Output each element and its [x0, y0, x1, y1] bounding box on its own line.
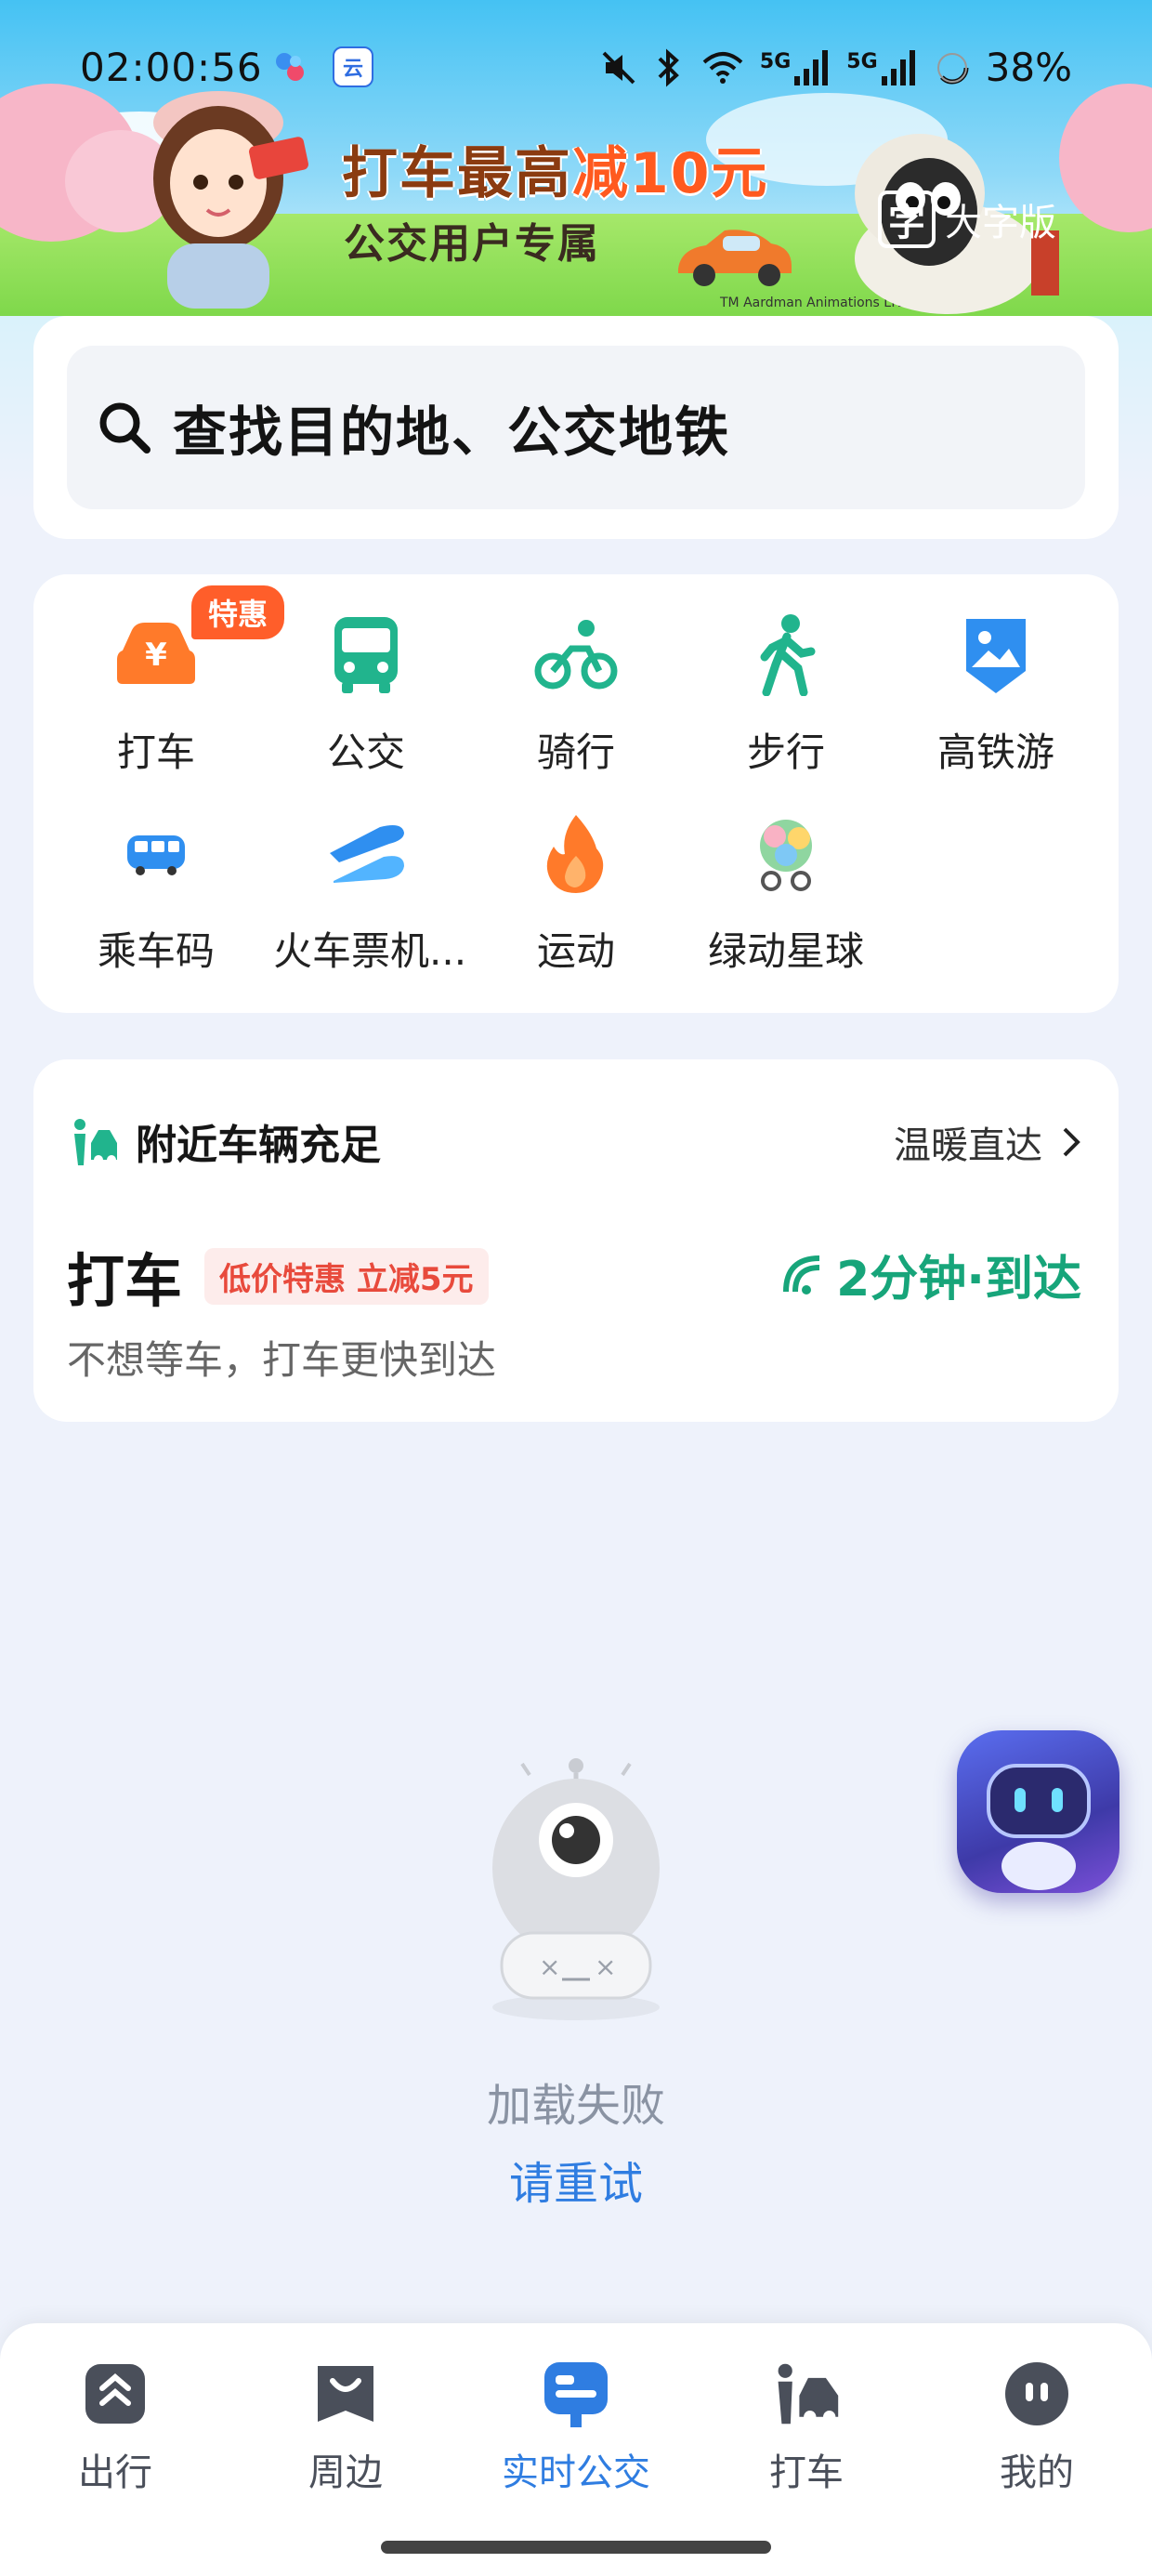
tab-label: 我的 — [1000, 2451, 1074, 2494]
signal-bars-icon — [881, 49, 915, 85]
tab-label: 周边 — [308, 2451, 383, 2494]
status-bar: 02:00:56 云 5G 5G 38% — [0, 37, 1152, 102]
taxi-tab-icon — [771, 2359, 842, 2429]
warm-direct-label: 温暖直达 — [894, 1124, 1042, 1167]
status-app-icons: 云 — [269, 46, 373, 87]
chevron-right-icon — [1063, 1127, 1080, 1157]
search-input[interactable]: 查找目的地、公交地铁 — [67, 346, 1085, 509]
search-placeholder: 查找目的地、公交地铁 — [173, 401, 731, 464]
taxi-promo-tag: 低价特惠 立减5元 — [204, 1247, 489, 1305]
promo-subtitle: 公交用户专属 — [344, 220, 600, 268]
service-label: 火车票机... — [273, 928, 467, 974]
nearby-icon — [310, 2359, 381, 2429]
tab-label: 出行 — [78, 2451, 152, 2494]
service-label: 高铁游 — [936, 729, 1054, 775]
cloud-app-icon: 云 — [333, 46, 373, 87]
walk-icon — [740, 608, 832, 701]
service-high-speed-rail-tour[interactable]: 高铁游 — [903, 608, 1089, 794]
service-bus[interactable]: 公交 — [273, 608, 459, 794]
svg-text:×: × — [595, 1952, 616, 1982]
search-card: 查找目的地、公交地铁 — [33, 316, 1119, 539]
tab-taxi[interactable]: 打车 — [713, 2359, 899, 2496]
profile-icon — [1001, 2359, 1072, 2429]
robot-icon — [987, 1764, 1091, 1890]
service-sport[interactable]: 运动 — [483, 807, 669, 992]
realtime-bus-icon — [541, 2359, 611, 2429]
big-font-mode-button[interactable]: 字 大字版 — [878, 191, 1056, 248]
taxi-main-row: 打车 低价特惠 立减5元 — [67, 1234, 489, 1318]
service-walk[interactable]: 步行 — [693, 608, 879, 794]
train-plane-icon — [320, 807, 412, 900]
service-bus-code[interactable]: 乘车码 — [63, 807, 249, 992]
service-bike[interactable]: 骑行 — [483, 608, 669, 794]
battery-percent: 38% — [985, 45, 1072, 90]
taxi-eta: 2分钟·到达 — [782, 1240, 1081, 1309]
green-planet-icon — [740, 807, 832, 900]
bluetooth-icon — [658, 48, 679, 86]
taxi-person-icon — [74, 1119, 117, 1165]
bus-code-icon — [110, 807, 203, 900]
service-label: 骑行 — [536, 729, 615, 775]
svg-text:×: × — [539, 1952, 560, 1982]
tab-travel[interactable]: 出行 — [22, 2359, 208, 2496]
signal-5g-2: 5G — [846, 49, 918, 85]
signal-bars-icon — [794, 49, 829, 85]
tab-mine[interactable]: 我的 — [944, 2359, 1130, 2496]
ai-assistant-button[interactable] — [957, 1730, 1119, 1893]
warm-direct-link[interactable]: 温暖直达 — [894, 1115, 1081, 1169]
service-green-planet[interactable]: 绿动星球 — [693, 807, 879, 992]
wifi-icon — [702, 51, 743, 84]
mute-icon — [602, 51, 635, 84]
service-label: 步行 — [746, 729, 825, 775]
service-label: 乘车码 — [97, 928, 215, 974]
svg-text:¥: ¥ — [145, 637, 167, 674]
service-label: 运动 — [536, 928, 615, 974]
big-font-label: 大字版 — [945, 202, 1056, 244]
page: 打车最高减10元 公交用户专属 TM Aardman Animations LT… — [0, 0, 1152, 2576]
blossom-decoration — [1059, 84, 1152, 232]
service-label: 打车 — [116, 729, 195, 775]
battery-ring-icon — [936, 51, 969, 84]
status-time: 02:00:56 — [80, 45, 263, 90]
car-illustration — [678, 230, 792, 286]
tab-nearby[interactable]: 周边 — [253, 2359, 439, 2496]
signal-arc-icon — [783, 1255, 820, 1295]
flame-icon — [530, 807, 622, 900]
signal-5g-1: 5G — [760, 49, 831, 85]
travel-icon — [80, 2359, 151, 2429]
special-offer-badge: 特惠 — [191, 585, 285, 639]
bus-icon — [320, 608, 412, 701]
big-font-icon: 字 — [878, 191, 936, 248]
bike-icon — [530, 608, 622, 701]
promo-title: 打车最高减10元 — [342, 141, 769, 206]
taxi-title: 打车 — [67, 1247, 183, 1315]
load-failed-text: 加载失败 — [486, 2080, 665, 2132]
service-train-flight-tickets[interactable]: 火车票机... — [273, 807, 467, 992]
taxi-card-header: 附近车辆充足 — [67, 1111, 381, 1171]
tab-label: 打车 — [769, 2451, 844, 2494]
search-icon — [99, 402, 151, 453]
taxi-description: 不想等车，打车更快到达 — [67, 1337, 497, 1383]
taxi-icon: ¥ — [110, 608, 203, 701]
status-right-icons: 5G 5G 38% — [600, 45, 1072, 90]
bottom-tab-bar: 出行 周边 实时公交 打车 我的 — [0, 2323, 1152, 2576]
tab-realtime-bus[interactable]: 实时公交 — [483, 2359, 669, 2496]
service-label: 绿动星球 — [707, 928, 864, 974]
load-failed-illustration: × × — [492, 1758, 660, 2020]
pinwheel-app-icon — [269, 46, 310, 87]
taxi-card[interactable]: 附近车辆充足 温暖直达 打车 低价特惠 立减5元 2分钟·到达 不想等车，打车更… — [33, 1059, 1119, 1422]
retry-link[interactable]: 请重试 — [0, 2147, 1152, 2212]
girl-illustration — [153, 91, 308, 309]
home-indicator[interactable] — [381, 2541, 771, 2554]
service-label: 公交 — [326, 729, 405, 775]
taxi-eta-text: 2分钟·到达 — [836, 1252, 1081, 1308]
tab-label: 实时公交 — [502, 2451, 650, 2494]
taxi-card-title: 附近车辆充足 — [136, 1122, 381, 1169]
picture-icon — [949, 608, 1042, 701]
